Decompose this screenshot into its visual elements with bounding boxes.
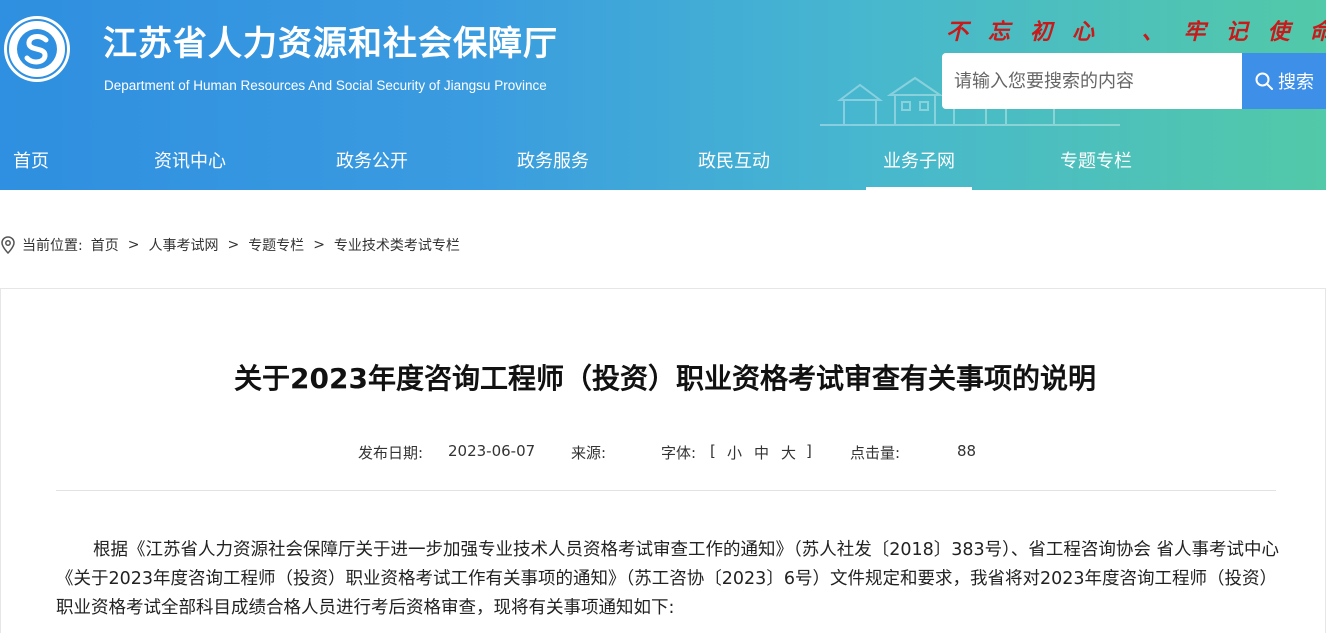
search-button[interactable]: 搜索	[1242, 53, 1326, 109]
breadcrumb-item-home[interactable]: 首页	[91, 235, 119, 255]
site-header: 江苏省人力资源和社会保障厅 Department of Human Resour…	[0, 0, 1326, 190]
slogan: 不忘初心 、牢记使命	[946, 19, 1326, 45]
breadcrumb-prefix: 当前位置:	[22, 238, 83, 254]
font-size-close-bracket: ]	[806, 442, 812, 460]
article-title: 关于2023年度咨询工程师（投资）职业资格考试审查有关事项的说明	[234, 362, 1096, 395]
breadcrumb-item-topics[interactable]: 专题专栏	[248, 235, 304, 255]
breadcrumb: 当前位置: 首页 > 人事考试网 > 专题专栏 > 专业技术类考试专栏	[0, 234, 460, 256]
nav-item-interaction[interactable]: 政民互动	[698, 134, 770, 190]
search-button-label: 搜索	[1278, 72, 1314, 92]
nav-item-gov-services[interactable]: 政务服务	[517, 134, 589, 190]
breadcrumb-item-professional-exams[interactable]: 专业技术类考试专栏	[334, 235, 460, 255]
search-input[interactable]	[942, 53, 1242, 109]
divider	[56, 490, 1276, 491]
nav-item-news[interactable]: 资讯中心	[154, 134, 226, 190]
font-size-open-bracket: [	[710, 442, 716, 460]
search-icon	[1255, 72, 1273, 90]
font-size-label: 字体:	[661, 444, 697, 462]
location-pin-icon	[1, 236, 15, 254]
nav-item-special-topics[interactable]: 专题专栏	[1060, 134, 1132, 190]
font-size-medium-button[interactable]: 中	[754, 442, 769, 462]
publish-date-label: 发布日期:	[358, 444, 424, 462]
site-subtitle: Department of Human Resources And Social…	[104, 78, 547, 93]
breadcrumb-item-exam-site[interactable]: 人事考试网	[148, 235, 218, 255]
site-title: 江苏省人力资源和社会保障厅	[103, 24, 558, 64]
source-label: 来源:	[571, 444, 607, 462]
font-size-large-button[interactable]: 大	[781, 442, 796, 462]
nav-item-gov-affairs[interactable]: 政务公开	[336, 134, 408, 190]
nav-item-home[interactable]: 首页	[13, 134, 49, 190]
hits-label: 点击量:	[850, 444, 901, 462]
nav-item-business-subsites[interactable]: 业务子网	[866, 134, 972, 190]
breadcrumb-separator: >	[127, 237, 140, 253]
seal-logo-icon[interactable]	[2, 14, 72, 84]
article-paragraph: 根据《江苏省人力资源社会保障厅关于进一步加强专业技术人员资格考试审查工作的通知》…	[56, 540, 1279, 618]
publish-date: 2023-06-07	[448, 442, 536, 460]
font-size-small-button[interactable]: 小	[727, 442, 742, 462]
main-nav: 首页 资讯中心 政务公开 政务服务 政民互动 业务子网 专题专栏	[0, 134, 1326, 190]
hits-count: 88	[957, 442, 977, 460]
breadcrumb-separator: >	[227, 237, 240, 253]
breadcrumb-separator: >	[313, 237, 325, 253]
